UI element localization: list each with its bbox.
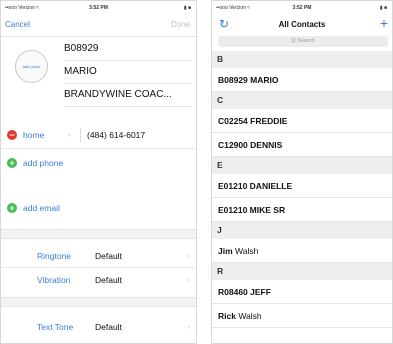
navigation-bar: ↻ All Contacts +	[212, 15, 392, 35]
contact-name-bold: C02254 FREDDIE	[218, 116, 288, 126]
contact-row[interactable]: Jim Walsh	[212, 239, 392, 263]
contact-field-2[interactable]: MARIO	[64, 61, 192, 84]
done-button[interactable]: Done	[171, 20, 190, 29]
remove-circle-icon[interactable]: −	[7, 130, 17, 140]
add-photo-button[interactable]: add photo	[15, 50, 48, 83]
contact-field-1[interactable]: B08929	[64, 38, 192, 61]
chevron-right-icon: ›	[187, 251, 190, 260]
phone-type-label[interactable]: home	[23, 121, 44, 149]
section-separator	[1, 229, 196, 239]
section-header: R	[212, 263, 392, 280]
contact-row[interactable]: C12900 DENNIS	[212, 133, 392, 157]
ringtone-row[interactable]: Ringtone Default ›	[1, 244, 196, 268]
chevron-right-icon: ›	[68, 130, 71, 139]
section-header: B	[212, 51, 392, 68]
contact-row[interactable]: C02254 FREDDIE	[212, 109, 392, 133]
contact-name-bold: Jim	[218, 246, 233, 256]
ringtone-value: Default	[95, 251, 122, 261]
contact-row[interactable]: B08929 MARIO	[212, 68, 392, 92]
add-photo-label: add photo	[22, 64, 41, 69]
chevron-right-icon: ›	[187, 275, 190, 284]
text-tone-row[interactable]: Text Tone Default ›	[1, 315, 196, 339]
section-separator	[1, 297, 196, 307]
contact-name-bold: C12900 DENNIS	[218, 140, 283, 150]
edit-contact-screen: ••ooo Verizon ≈ 3:52 PM ▮ ■ Cancel Done …	[0, 0, 197, 344]
contact-name-bold: R08460 JEFF	[218, 287, 271, 297]
battery-icon: ▮ ■	[183, 5, 191, 11]
contact-name-bold: E01210 DANIELLE	[218, 181, 293, 191]
contact-name-rest: Walsh	[232, 246, 259, 256]
battery-icon: ▮ ■	[379, 5, 387, 11]
search-input[interactable]: Q Search	[218, 36, 388, 47]
add-email-label[interactable]: add email	[23, 194, 60, 222]
clock: 3:52 PM	[292, 5, 312, 11]
section-header: E	[212, 157, 392, 174]
status-bar: ••ooo Verizon ≈ 3:52 PM ▮ ■	[212, 1, 392, 15]
chevron-right-icon: ›	[187, 322, 190, 331]
contact-field-3[interactable]: BRANDYWINE COAC...	[64, 84, 192, 107]
phone-row: − home › (484) 614-6017	[1, 121, 196, 149]
page-title: All Contacts	[278, 20, 326, 29]
contact-row[interactable]: E01210 MIKE SR	[212, 198, 392, 222]
contacts-list-screen: ••ooo Verizon ≈ 3:52 PM ▮ ■ ↻ All Contac…	[211, 0, 393, 344]
contact-name-bold: B08929 MARIO	[218, 75, 279, 85]
add-phone-label[interactable]: add phone	[23, 149, 63, 177]
text-tone-label: Text Tone	[37, 322, 74, 332]
vibration-row[interactable]: Vibration Default ›	[1, 268, 196, 292]
add-circle-icon[interactable]: +	[7, 203, 17, 213]
text-tone-value: Default	[95, 322, 122, 332]
cancel-button[interactable]: Cancel	[5, 20, 30, 29]
ringtone-label: Ringtone	[37, 251, 72, 261]
contact-name-bold: Rick	[218, 311, 236, 321]
contact-name-bold: E01210 MIKE SR	[218, 205, 286, 215]
clock: 3:52 PM	[89, 5, 108, 11]
contact-name-rest: Walsh	[235, 311, 262, 321]
contact-row[interactable]: Rick Walsh	[212, 304, 392, 328]
vibration-label: Vibration	[37, 275, 71, 285]
add-phone-row[interactable]: + add phone	[1, 149, 196, 177]
status-bar: ••ooo Verizon ≈ 3:52 PM ▮ ■	[1, 1, 196, 15]
add-email-row[interactable]: + add email	[1, 194, 196, 222]
contact-row[interactable]: E01210 DANIELLE	[212, 174, 392, 198]
contact-list: B B08929 MARIO C C02254 FREDDIE C12900 DENNI…	[212, 51, 392, 328]
section-header: J	[212, 222, 392, 239]
navigation-bar: Cancel Done	[1, 15, 196, 37]
field-divider	[80, 128, 81, 142]
contact-row[interactable]: R08460 JEFF	[212, 280, 392, 304]
add-circle-icon[interactable]: +	[7, 158, 17, 168]
vibration-value: Default	[95, 275, 122, 285]
section-header: C	[212, 92, 392, 109]
phone-number-field[interactable]: (484) 614-6017	[87, 121, 145, 149]
add-contact-icon[interactable]: +	[380, 15, 388, 31]
